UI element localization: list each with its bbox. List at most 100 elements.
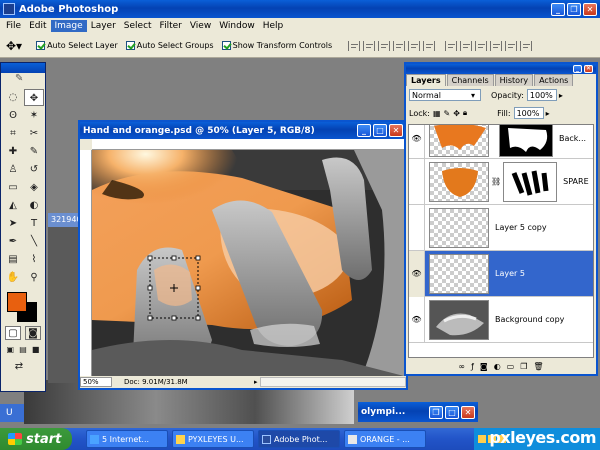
tab-layers[interactable]: Layers [406, 74, 446, 86]
dodge-tool-icon[interactable]: ◐ [24, 197, 44, 214]
slice-tool-icon[interactable]: ✂ [24, 125, 44, 142]
menu-select[interactable]: Select [120, 20, 156, 32]
quick-mask-icon[interactable]: ◙ [25, 326, 41, 340]
show-transform-controls-checkbox[interactable] [221, 41, 231, 50]
minimized-window-u[interactable]: U [0, 404, 24, 422]
menu-help[interactable]: Help [259, 20, 288, 32]
close-button[interactable]: ✕ [583, 2, 597, 16]
auto-select-layer-checkbox[interactable] [36, 41, 46, 50]
distribute-hcenter-icon[interactable] [505, 40, 518, 51]
pen-tool-icon[interactable]: ✒ [3, 233, 23, 250]
eye-icon[interactable]: 👁︎ [409, 296, 425, 343]
tray-icon[interactable] [478, 435, 486, 443]
layer-row[interactable]: 👁︎ Background copy [409, 296, 593, 343]
eye-icon[interactable]: 👁︎ [409, 125, 425, 159]
background-window-tab[interactable]: 321940 [48, 213, 82, 227]
doc-minimize-button[interactable]: _ [357, 124, 371, 137]
layer-row[interactable]: 👁︎ Back... [409, 125, 593, 159]
adjustment-layer-icon[interactable]: ◐ [494, 362, 501, 371]
standard-screen-icon[interactable]: ▣ [5, 344, 16, 356]
menu-edit[interactable]: Edit [25, 20, 50, 32]
eye-hidden-icon[interactable] [409, 158, 425, 205]
align-bottom-icon[interactable] [378, 40, 391, 51]
align-hcenter-icon[interactable] [408, 40, 421, 51]
eraser-tool-icon[interactable]: ▭ [3, 179, 23, 196]
auto-select-groups-option[interactable]: Auto Select Groups [125, 41, 214, 50]
ruler-horizontal[interactable] [92, 139, 404, 150]
zoom-tool-icon[interactable]: ⚲ [24, 269, 44, 286]
type-tool-icon[interactable]: T [24, 215, 44, 232]
layer-style-icon[interactable]: ƒ [471, 362, 474, 371]
hand-tool-icon[interactable]: ✋ [3, 269, 23, 286]
link-icon[interactable]: ⛓︎ [491, 177, 501, 186]
lock-image-icon[interactable]: ✎ [444, 109, 451, 118]
ruler-vertical[interactable] [80, 150, 92, 376]
trash-icon[interactable]: 🗑︎ [533, 362, 543, 371]
crop-tool-icon[interactable]: ⌗ [3, 125, 23, 142]
layer-row[interactable]: Layer 5 copy [409, 204, 593, 251]
clone-stamp-tool-icon[interactable]: ♙ [3, 161, 23, 178]
layer-row[interactable]: ⛓︎ SPARE [409, 158, 593, 205]
add-mask-icon[interactable]: ◙ [480, 362, 488, 371]
line-tool-icon[interactable]: ╲ [24, 233, 44, 250]
menu-filter[interactable]: Filter [156, 20, 186, 32]
lock-position-icon[interactable]: ✥ [453, 109, 460, 118]
taskbar-item[interactable]: ORANGE - ... [344, 430, 426, 448]
move-tool-preset-icon[interactable]: ✥▾ [6, 39, 22, 53]
start-button[interactable]: start [0, 428, 72, 450]
restore-icon[interactable]: ❐ [429, 405, 443, 419]
minimized-window-olympic[interactable]: olympi... ❐ □ ✕ [358, 402, 478, 422]
menu-layer[interactable]: Layer [87, 20, 120, 32]
auto-select-groups-checkbox[interactable] [125, 41, 135, 50]
minimize-button[interactable]: _ [551, 2, 565, 16]
distribute-top-icon[interactable] [445, 40, 458, 51]
jump-to-imageready-icon[interactable]: ⇄ [9, 358, 29, 375]
menu-window[interactable]: Window [215, 20, 259, 32]
horizontal-scrollbar[interactable] [259, 377, 406, 387]
tab-actions[interactable]: Actions [534, 74, 574, 86]
lock-transparency-icon[interactable]: ▦ [433, 109, 441, 118]
document-title-bar[interactable]: Hand and orange.psd @ 50% (Layer 5, RGB/… [80, 122, 406, 139]
auto-select-layer-option[interactable]: Auto Select Layer [36, 41, 118, 50]
align-top-icon[interactable] [348, 40, 361, 51]
taskbar-item[interactable]: PYXLEYES U... [172, 430, 254, 448]
image-canvas[interactable] [92, 150, 404, 376]
taskbar-item[interactable]: 5 Internet... [86, 430, 168, 448]
eye-hidden-icon[interactable] [409, 204, 425, 251]
marquee-tool-icon[interactable]: ◌ [3, 89, 23, 106]
paint-bucket-tool-icon[interactable]: ◈ [24, 179, 44, 196]
foreground-color-swatch[interactable] [7, 292, 27, 312]
opacity-field[interactable]: 100% [526, 89, 557, 101]
new-group-icon[interactable]: ▭ [507, 362, 515, 371]
palette-minimize-button[interactable]: _ [573, 65, 582, 73]
taskbar-item-active[interactable]: Adobe Phot... [258, 430, 340, 448]
menu-view[interactable]: View [186, 20, 215, 32]
magic-wand-tool-icon[interactable]: ✶ [24, 107, 44, 124]
path-selection-tool-icon[interactable]: ➤ [3, 215, 23, 232]
full-screen-icon[interactable]: ■ [30, 344, 41, 356]
maximize-icon[interactable]: □ [445, 405, 459, 419]
brush-tool-icon[interactable]: ✎ [24, 143, 44, 160]
history-brush-tool-icon[interactable]: ↺ [24, 161, 44, 178]
align-left-icon[interactable] [393, 40, 406, 51]
show-transform-controls-option[interactable]: Show Transform Controls [221, 41, 332, 50]
chevron-down-icon[interactable]: ▾ [471, 91, 475, 100]
lasso-tool-icon[interactable]: ʘ [3, 107, 23, 124]
toolbox-title-bar[interactable] [1, 63, 45, 73]
layers-palette-title-bar[interactable]: _ ✕ [406, 64, 596, 74]
fill-slider-icon[interactable]: ▸ [546, 109, 550, 118]
palette-close-button[interactable]: ✕ [584, 65, 593, 73]
align-right-icon[interactable] [423, 40, 436, 51]
distribute-right-icon[interactable] [520, 40, 533, 51]
standard-mode-icon[interactable]: ▢ [5, 326, 21, 340]
distribute-left-icon[interactable] [490, 40, 503, 51]
healing-brush-tool-icon[interactable]: ✚ [3, 143, 23, 160]
fill-field[interactable]: 100% [513, 107, 544, 119]
opacity-slider-icon[interactable]: ▸ [559, 91, 563, 100]
close-icon[interactable]: ✕ [461, 405, 475, 419]
layer-row-selected[interactable]: 👁︎ Layer 5 [409, 250, 593, 297]
distribute-vcenter-icon[interactable] [460, 40, 473, 51]
eye-icon[interactable]: 👁︎ [409, 250, 425, 297]
doc-close-button[interactable]: ✕ [389, 124, 403, 137]
menu-image[interactable]: Image [50, 20, 87, 32]
